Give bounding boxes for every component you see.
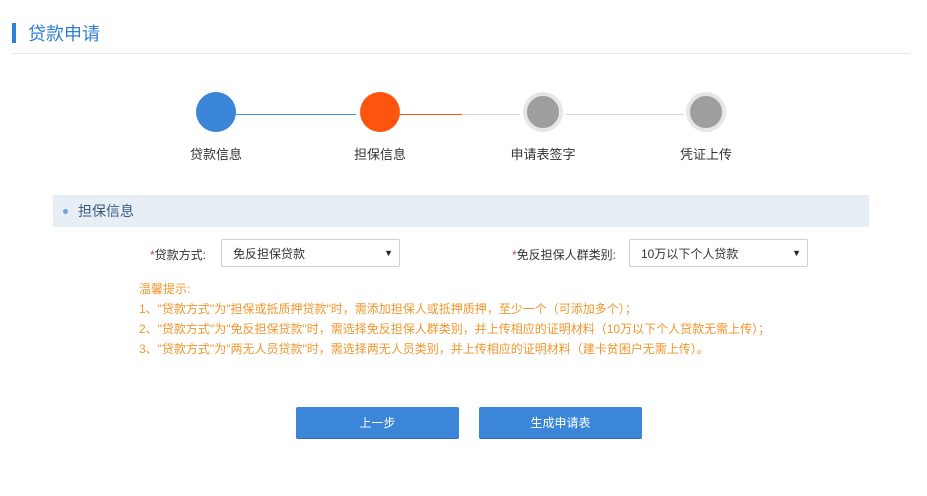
step-application-sign[interactable]: 申请表签字	[483, 92, 603, 163]
exempt-group-label-text: 免反担保人群类别:	[516, 247, 617, 262]
step-loan-info[interactable]: 贷款信息	[156, 92, 276, 163]
tips-panel: 温馨提示: 1、"贷款方式"为"担保或抵质押贷款"时，需添加担保人或抵押质押，至…	[139, 279, 770, 359]
exempt-group-select[interactable]: 10万以下个人贷款 ▼	[629, 239, 808, 267]
step-voucher-upload[interactable]: 凭证上传	[646, 92, 766, 163]
exempt-group-label: *免反担保人群类别:	[512, 246, 616, 263]
step-circle-active	[360, 92, 400, 132]
step-label: 申请表签字	[510, 147, 576, 162]
tips-title: 温馨提示:	[139, 282, 191, 296]
step-label: 贷款信息	[189, 147, 242, 162]
header-divider	[12, 53, 910, 54]
loan-method-value: 免反担保贷款	[233, 246, 306, 261]
dropdown-arrow-icon: ▼	[792, 248, 801, 258]
tip-item: 1、"贷款方式"为"担保或抵质押贷款"时，需添加担保人或抵押质押，至少一个（可添…	[139, 302, 637, 316]
dropdown-arrow-icon: ▼	[384, 248, 393, 258]
loan-method-label-text: 贷款方式:	[154, 247, 207, 262]
page-title: 贷款申请	[28, 24, 100, 44]
step-label: 凭证上传	[679, 147, 732, 162]
exempt-group-label-row: *免反担保人群类别:	[512, 239, 616, 269]
step-circle-done	[196, 92, 236, 132]
step-circle-pending	[686, 92, 726, 132]
section-title: 担保信息	[78, 203, 134, 219]
tip-item: 3、"贷款方式"为"两无人员贷款"时，需选择两无人员类别，并上传相应的证明材料（…	[139, 342, 709, 356]
page-header: 贷款申请	[12, 20, 100, 46]
loan-method-select[interactable]: 免反担保贷款 ▼	[221, 239, 400, 267]
prev-step-button[interactable]: 上一步	[296, 407, 459, 438]
tip-item: 2、"贷款方式"为"免反担保贷款"时，需选择免反担保人群类别，并上传相应的证明材…	[139, 322, 771, 336]
loan-method-label: *贷款方式:	[150, 246, 206, 263]
step-label: 担保信息	[353, 147, 406, 162]
generate-application-button[interactable]: 生成申请表	[479, 407, 642, 438]
progress-steps: 贷款信息 担保信息 申请表签字 凭证上传	[0, 90, 927, 170]
section-header: 担保信息	[53, 195, 869, 227]
exempt-group-value: 10万以下个人贷款	[641, 246, 739, 261]
step-circle-pending	[523, 92, 563, 132]
bullet-icon	[63, 208, 68, 214]
loan-application-page: 贷款申请 贷款信息 担保信息 申请表签字 凭证上传 担保信息 *贷款方式: 免反…	[0, 0, 927, 496]
header-accent-bar	[12, 23, 16, 43]
step-guarantee-info[interactable]: 担保信息	[320, 92, 440, 163]
loan-method-label-row: *贷款方式:	[150, 239, 206, 269]
